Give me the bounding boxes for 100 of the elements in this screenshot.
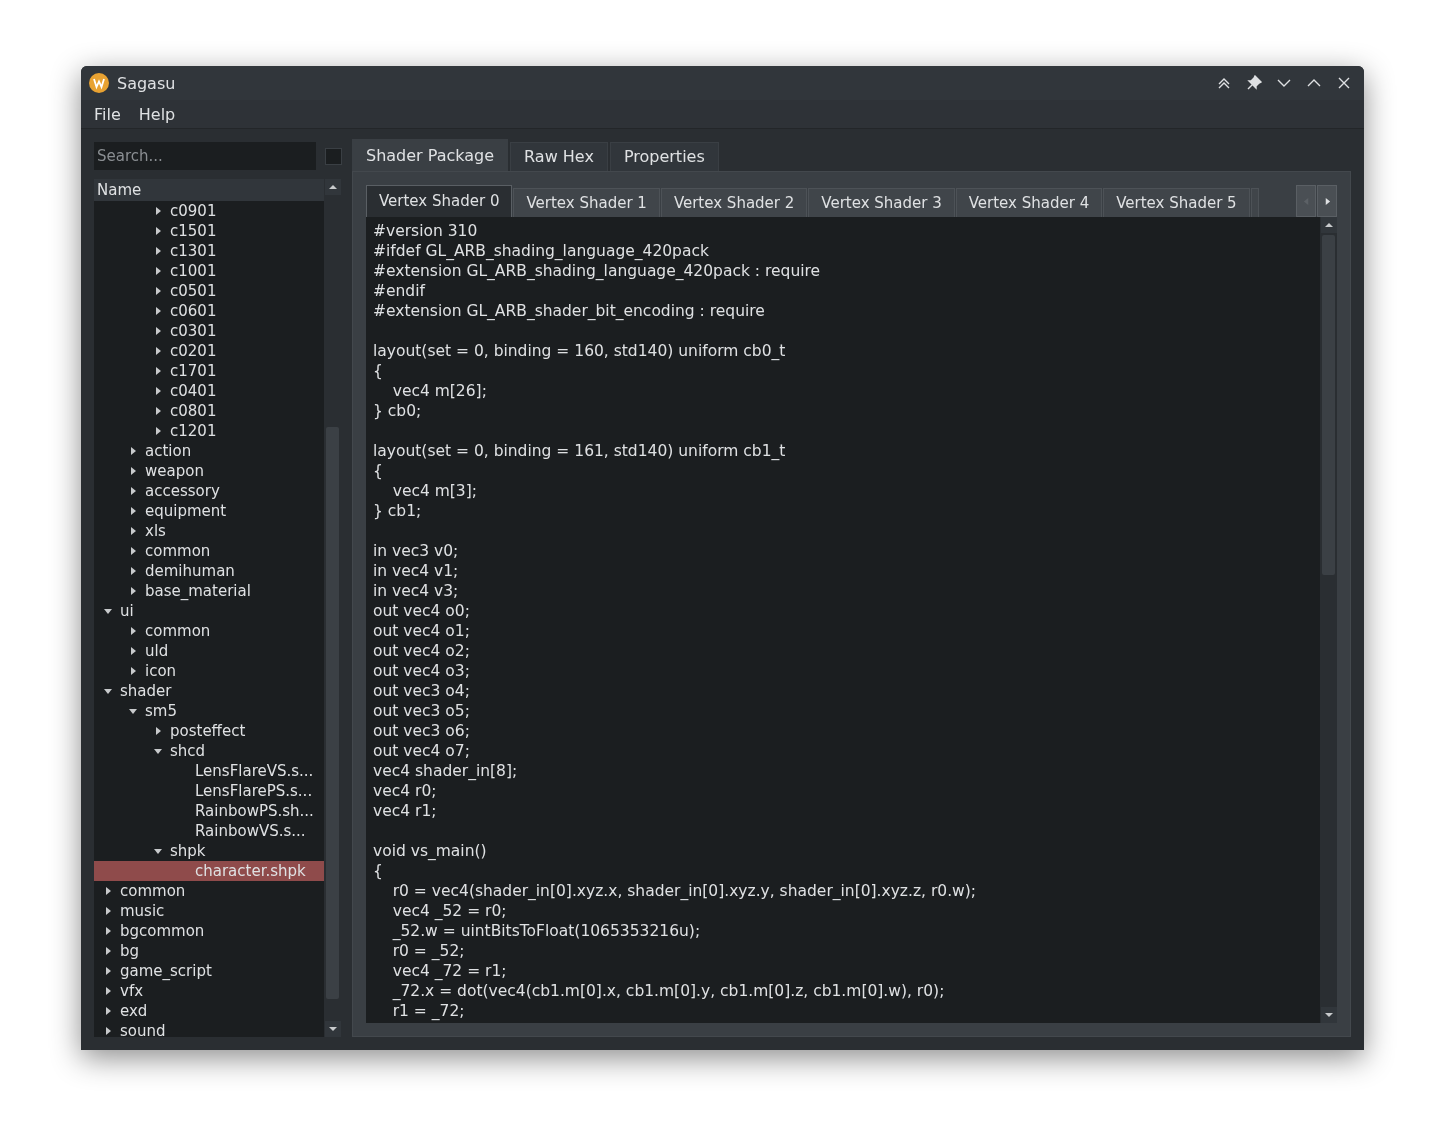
expand-arrow-icon[interactable] bbox=[154, 207, 162, 215]
tree-item[interactable]: base_material bbox=[94, 581, 324, 601]
expand-arrow-icon[interactable] bbox=[129, 467, 137, 475]
tree-item[interactable]: c0401 bbox=[94, 381, 324, 401]
pin-icon[interactable] bbox=[1246, 75, 1262, 91]
scroll-down-icon[interactable] bbox=[324, 1021, 341, 1037]
expand-arrow-icon[interactable] bbox=[104, 987, 112, 995]
tree-item[interactable]: common bbox=[94, 881, 324, 901]
tree-item[interactable]: vfx bbox=[94, 981, 324, 1001]
expand-arrow-icon[interactable] bbox=[154, 427, 162, 435]
tree-item[interactable]: exd bbox=[94, 1001, 324, 1021]
tree-item[interactable]: uld bbox=[94, 641, 324, 661]
tab[interactable]: Vertex Shader 5 bbox=[1103, 188, 1250, 217]
tree-item[interactable]: sound bbox=[94, 1021, 324, 1037]
scroll-down-icon[interactable] bbox=[1320, 1007, 1337, 1023]
expand-arrow-icon[interactable] bbox=[154, 347, 162, 355]
close-icon[interactable] bbox=[1336, 75, 1352, 91]
tree-item[interactable]: sm5 bbox=[94, 701, 324, 721]
tab[interactable]: Vertex Shader 3 bbox=[808, 188, 955, 217]
tree-item[interactable]: c1001 bbox=[94, 261, 324, 281]
tree-item[interactable]: RainbowPS.sh... bbox=[94, 801, 324, 821]
expand-arrow-icon[interactable] bbox=[104, 887, 112, 895]
scroll-up-icon[interactable] bbox=[1320, 217, 1337, 233]
tree-item[interactable]: LensFlareVS.s... bbox=[94, 761, 324, 781]
tree-item[interactable]: c0501 bbox=[94, 281, 324, 301]
scroll-up-icon[interactable] bbox=[324, 179, 341, 195]
expand-arrow-icon[interactable] bbox=[129, 647, 137, 655]
expand-arrow-icon[interactable] bbox=[129, 667, 137, 675]
collapse-arrow-icon[interactable] bbox=[104, 607, 112, 615]
expand-arrow-icon[interactable] bbox=[129, 547, 137, 555]
expand-arrow-icon[interactable] bbox=[129, 447, 137, 455]
tree-item[interactable]: c0201 bbox=[94, 341, 324, 361]
tree-item[interactable]: common bbox=[94, 621, 324, 641]
tree-item[interactable]: RainbowVS.s... bbox=[94, 821, 324, 841]
tree-item[interactable]: xls bbox=[94, 521, 324, 541]
expand-arrow-icon[interactable] bbox=[104, 947, 112, 955]
expand-arrow-icon[interactable] bbox=[154, 227, 162, 235]
expand-arrow-icon[interactable] bbox=[154, 267, 162, 275]
expand-arrow-icon[interactable] bbox=[154, 387, 162, 395]
expand-arrow-icon[interactable] bbox=[154, 727, 162, 735]
tree-item[interactable]: c1201 bbox=[94, 421, 324, 441]
checkbox[interactable] bbox=[325, 147, 342, 165]
tree-item[interactable]: LensFlarePS.s... bbox=[94, 781, 324, 801]
scrollbar[interactable] bbox=[1320, 217, 1337, 1023]
tree-item[interactable]: shader bbox=[94, 681, 324, 701]
expand-arrow-icon[interactable] bbox=[104, 907, 112, 915]
tree-item[interactable]: bg bbox=[94, 941, 324, 961]
tab[interactable]: Vertex Shader 4 bbox=[955, 188, 1103, 217]
tree-item[interactable]: posteffect bbox=[94, 721, 324, 741]
expand-arrow-icon[interactable] bbox=[104, 1027, 112, 1035]
expand-arrow-icon[interactable] bbox=[154, 307, 162, 315]
tree-item[interactable]: c1501 bbox=[94, 221, 324, 241]
collapse-arrow-icon[interactable] bbox=[129, 707, 137, 715]
collapse-arrow-icon[interactable] bbox=[104, 687, 112, 695]
tab[interactable]: Raw Hex bbox=[510, 142, 608, 171]
menu-item[interactable]: Help bbox=[138, 104, 176, 124]
tree-item[interactable]: c1701 bbox=[94, 361, 324, 381]
search-field[interactable]: Search... bbox=[94, 142, 317, 170]
expand-arrow-icon[interactable] bbox=[129, 627, 137, 635]
expand-arrow-icon[interactable] bbox=[154, 247, 162, 255]
collapse-arrow-icon[interactable] bbox=[154, 747, 162, 755]
expand-arrow-icon[interactable] bbox=[129, 507, 137, 515]
expand-arrow-icon[interactable] bbox=[154, 287, 162, 295]
tree-item[interactable]: demihuman bbox=[94, 561, 324, 581]
tree-item[interactable]: c1301 bbox=[94, 241, 324, 261]
tree-item[interactable]: ui bbox=[94, 601, 324, 621]
tree-item[interactable]: game_script bbox=[94, 961, 324, 981]
expand-arrow-icon[interactable] bbox=[104, 1007, 112, 1015]
tab[interactable]: Vertex Shader 1 bbox=[513, 188, 660, 217]
tree-item[interactable]: accessory bbox=[94, 481, 324, 501]
tree-item[interactable]: shcd bbox=[94, 741, 324, 761]
tree-item[interactable]: common bbox=[94, 541, 324, 561]
expand-arrow-icon[interactable] bbox=[129, 587, 137, 595]
menu-item[interactable]: File bbox=[94, 104, 121, 124]
tab[interactable]: Shader Package bbox=[352, 139, 509, 171]
expand-arrow-icon[interactable] bbox=[154, 367, 162, 375]
tab[interactable]: Vertex Shader 2 bbox=[660, 188, 808, 217]
tab[interactable]: Vertex Shader 0 bbox=[366, 185, 513, 217]
tree-item[interactable]: action bbox=[94, 441, 324, 461]
tree-item[interactable]: character.shpk bbox=[94, 861, 324, 881]
tree-item[interactable]: music bbox=[94, 901, 324, 921]
tree-item[interactable]: shpk bbox=[94, 841, 324, 861]
scrollbar[interactable] bbox=[324, 179, 341, 1037]
expand-arrow-icon[interactable] bbox=[129, 567, 137, 575]
tree-item[interactable]: bgcommon bbox=[94, 921, 324, 941]
tree-item[interactable]: c0601 bbox=[94, 301, 324, 321]
collapse-arrow-icon[interactable] bbox=[154, 847, 162, 855]
tree-item[interactable]: c0801 bbox=[94, 401, 324, 421]
tree-item[interactable]: c0301 bbox=[94, 321, 324, 341]
expand-arrow-icon[interactable] bbox=[154, 327, 162, 335]
tree-item[interactable]: c0901 bbox=[94, 201, 324, 221]
tree-item[interactable]: icon bbox=[94, 661, 324, 681]
expand-arrow-icon[interactable] bbox=[154, 407, 162, 415]
tree-item[interactable]: equipment bbox=[94, 501, 324, 521]
scroll-right-button[interactable] bbox=[1317, 185, 1337, 217]
expand-arrow-icon[interactable] bbox=[104, 967, 112, 975]
expand-arrow-icon[interactable] bbox=[129, 487, 137, 495]
expand-arrow-icon[interactable] bbox=[104, 927, 112, 935]
expand-arrow-icon[interactable] bbox=[129, 527, 137, 535]
tree-item[interactable]: weapon bbox=[94, 461, 324, 481]
